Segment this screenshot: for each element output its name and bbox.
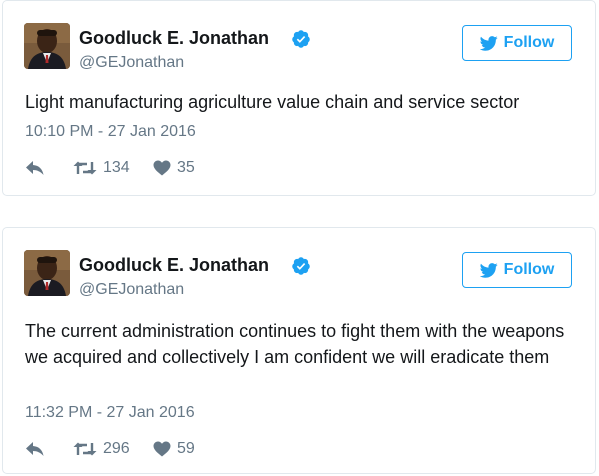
- retweet-icon: [73, 442, 97, 456]
- heart-icon: [153, 441, 171, 457]
- avatar[interactable]: [24, 250, 70, 296]
- follow-button[interactable]: Follow: [462, 252, 572, 288]
- retweet-icon: [73, 161, 97, 175]
- twitter-bird-icon: [479, 35, 498, 51]
- heart-icon: [153, 160, 171, 176]
- avatar[interactable]: [24, 23, 70, 69]
- tweet-timestamp[interactable]: 10:10 PM - 27 Jan 2016: [25, 122, 196, 142]
- tweet-text: Light manufacturing agriculture value ch…: [25, 92, 520, 112]
- tweet-card: Goodluck E. Jonathan @GEJonathan Follow …: [2, 227, 596, 474]
- like-count: 35: [177, 159, 195, 176]
- like-count: 59: [177, 440, 195, 457]
- like-button[interactable]: 59: [153, 440, 195, 458]
- retweet-button[interactable]: 296: [73, 440, 153, 458]
- retweet-button[interactable]: 134: [73, 159, 153, 177]
- author-name[interactable]: Goodluck E. Jonathan: [79, 255, 269, 275]
- tweet-timestamp[interactable]: 11:32 PM - 27 Jan 2016: [25, 403, 195, 423]
- retweet-count: 296: [103, 440, 130, 457]
- follow-button-label: Follow: [503, 261, 555, 278]
- follow-button-label: Follow: [503, 34, 555, 51]
- reply-button[interactable]: [25, 441, 73, 457]
- author-name[interactable]: Goodluck E. Jonathan: [79, 28, 269, 48]
- tweet-text: The current administration continues to …: [25, 321, 565, 367]
- tweet-card: Goodluck E. Jonathan @GEJonathan Follow …: [2, 0, 596, 196]
- author-handle[interactable]: @GEJonathan: [79, 53, 184, 73]
- reply-icon: [26, 161, 44, 175]
- verified-badge-icon: [292, 30, 310, 48]
- twitter-bird-icon: [479, 262, 498, 278]
- verified-badge-icon: [292, 257, 310, 275]
- tweet-actions: 296 59: [25, 438, 195, 460]
- tweet-actions: 134 35: [25, 157, 195, 179]
- reply-button[interactable]: [25, 160, 73, 176]
- retweet-count: 134: [103, 159, 130, 176]
- like-button[interactable]: 35: [153, 159, 195, 177]
- reply-icon: [26, 442, 44, 456]
- follow-button[interactable]: Follow: [462, 25, 572, 61]
- author-handle[interactable]: @GEJonathan: [79, 280, 184, 300]
